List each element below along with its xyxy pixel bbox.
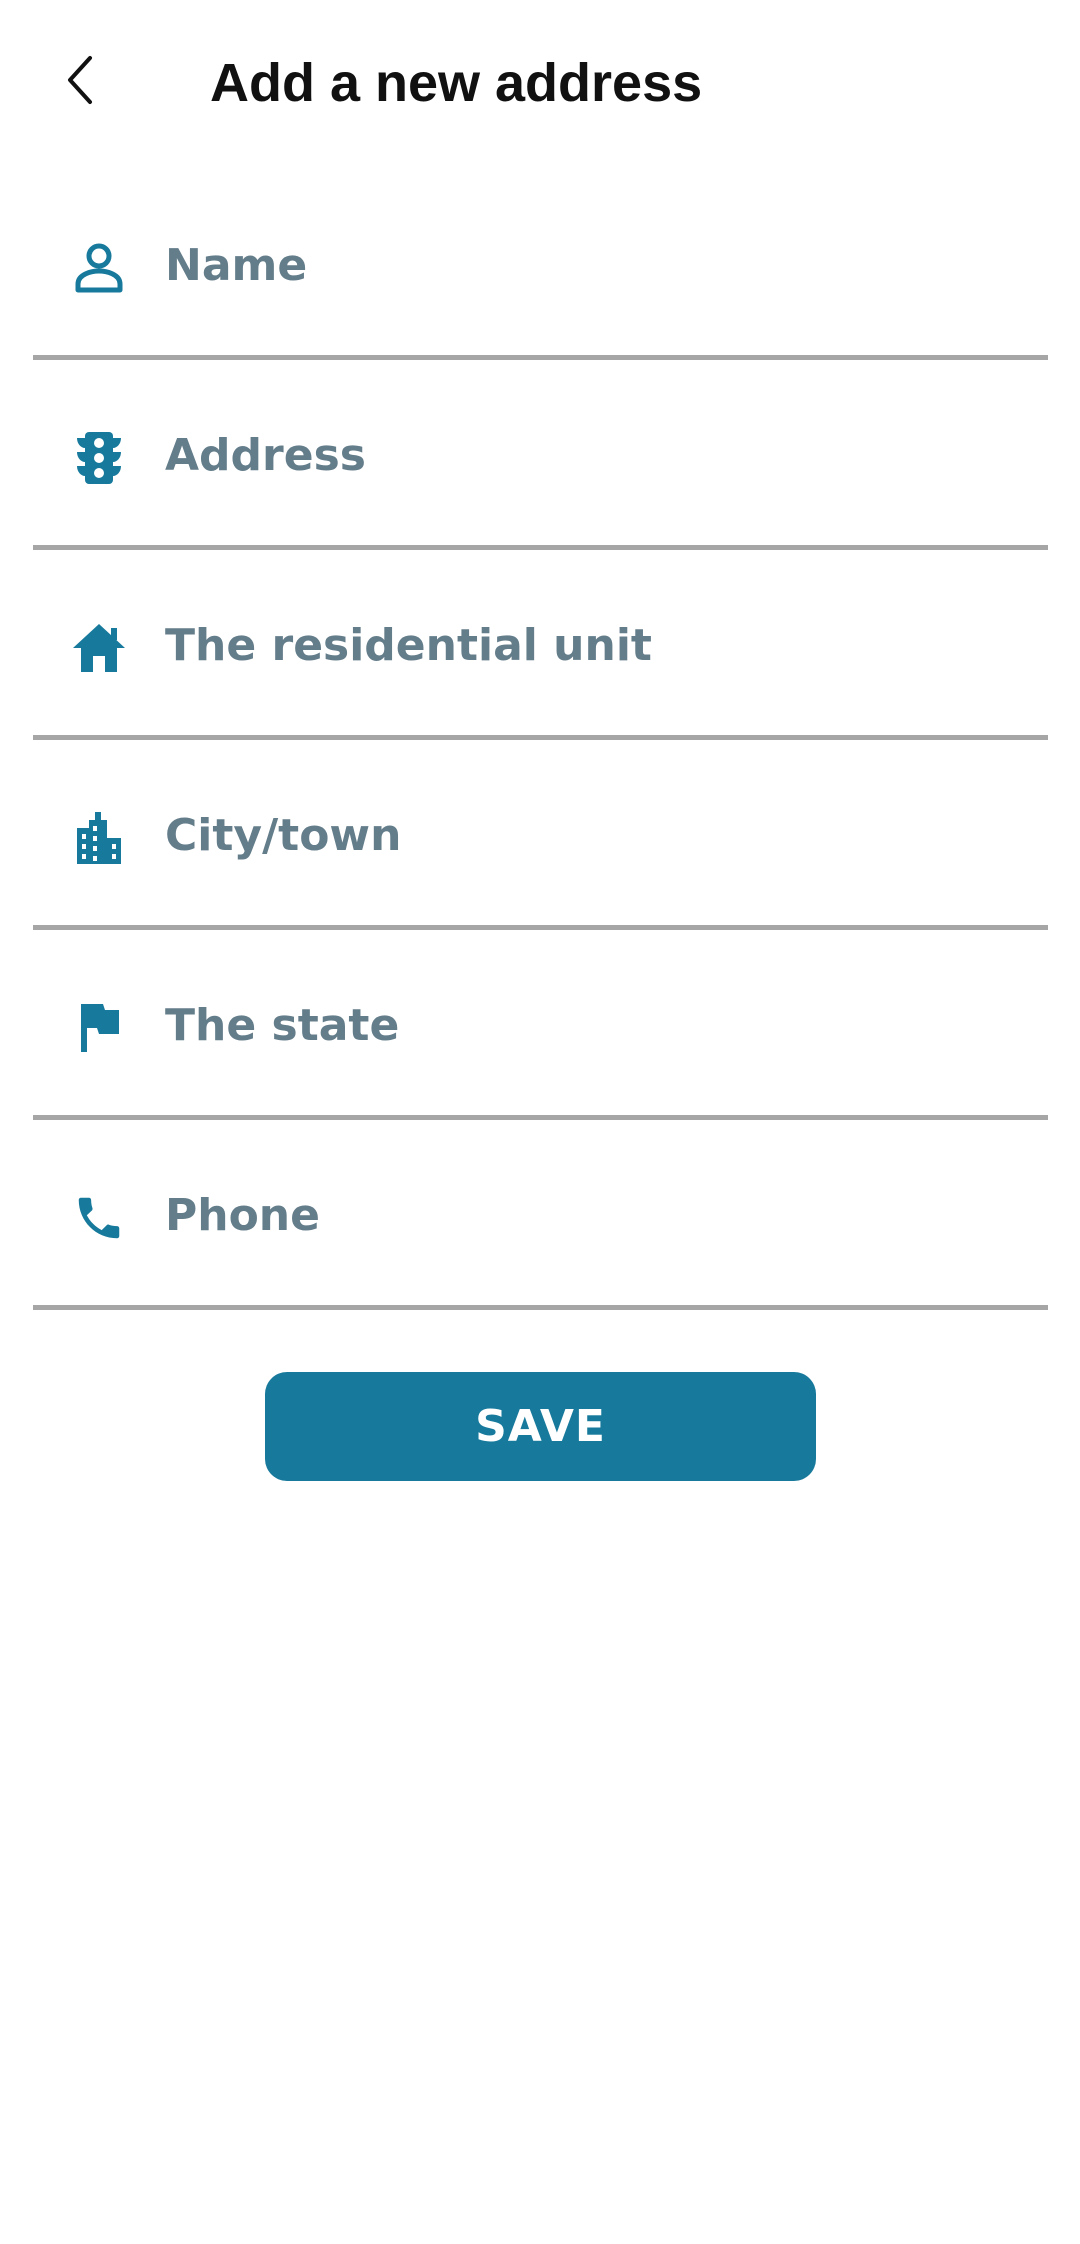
city-input[interactable] [165,795,1025,875]
person-icon [71,240,127,296]
name-field-row [33,170,1048,360]
address-field-row [33,360,1048,550]
city-field-row [33,740,1048,930]
address-form [33,170,1048,1310]
chevron-left-icon [68,56,92,104]
flag-icon [71,1000,127,1056]
save-button[interactable]: SAVE [265,1372,816,1481]
address-input[interactable] [165,415,1025,495]
state-input[interactable] [165,985,1025,1065]
traffic-light-icon [71,430,127,486]
phone-input[interactable] [165,1175,1025,1255]
residential-unit-input[interactable] [165,605,1025,685]
name-input[interactable] [165,225,1025,305]
phone-icon [71,1190,127,1246]
city-icon [71,810,127,866]
back-button[interactable] [40,40,120,120]
home-icon [71,620,127,676]
residential-unit-field-row [33,550,1048,740]
page-title: Add a new address [210,53,703,113]
app-bar: Add a new address [0,0,1080,165]
state-field-row [33,930,1048,1120]
phone-field-row [33,1120,1048,1310]
